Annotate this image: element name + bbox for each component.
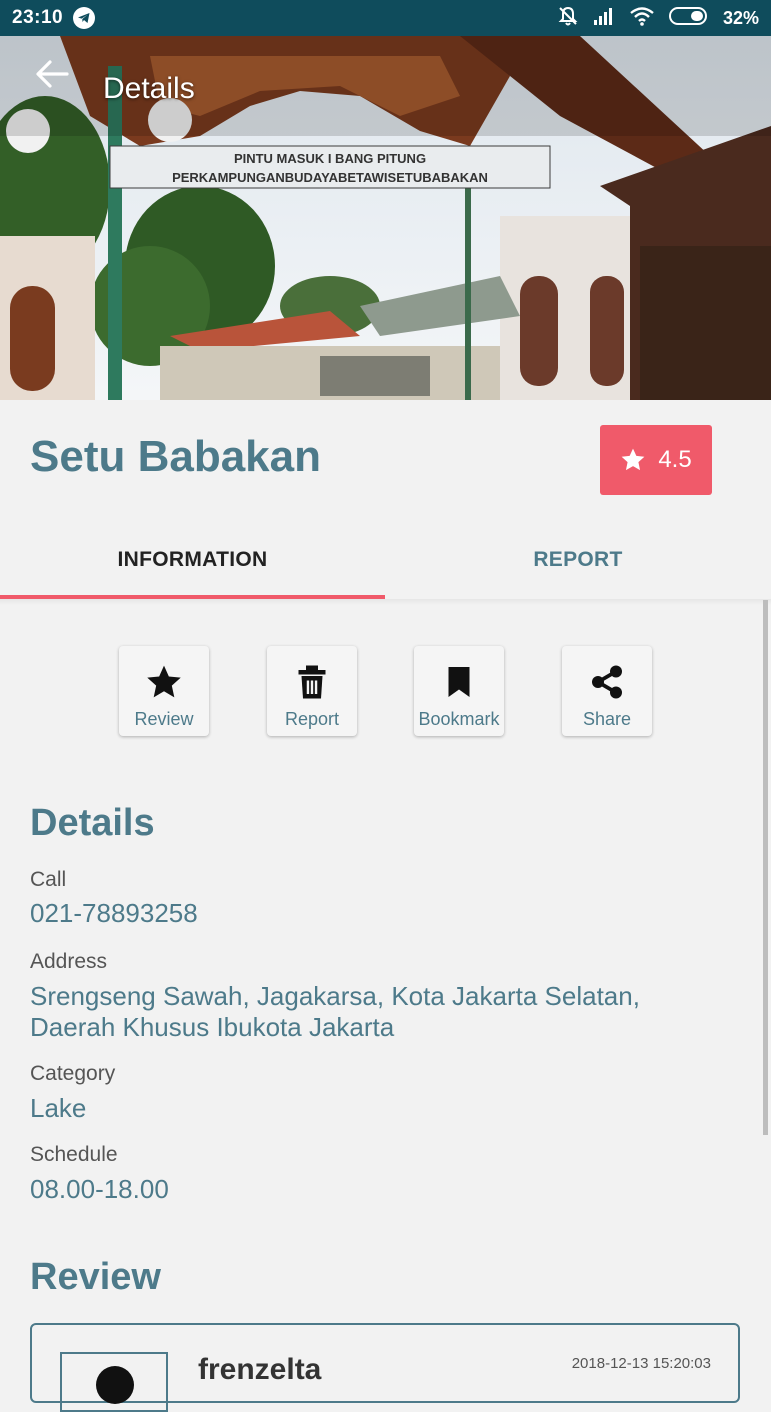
battery-percent: 32% (722, 7, 759, 28)
tab-information[interactable]: INFORMATION (0, 520, 385, 600)
rating-value: 4.5 (658, 446, 692, 473)
call-value[interactable]: 021-78893258 (30, 898, 730, 929)
review-user: frenzelta (198, 1353, 322, 1386)
share-button[interactable]: Share (562, 646, 652, 736)
mute-icon (557, 5, 579, 32)
report-button[interactable]: Report (267, 646, 357, 736)
address-line-2: Daerah Khusus Ibukota Jakarta (30, 1012, 395, 1042)
appbar-title: Details (103, 72, 195, 105)
signal-icon (593, 6, 615, 31)
place-name: Setu Babakan (30, 432, 321, 481)
address-label: Address (30, 950, 108, 973)
call-label: Call (30, 868, 67, 891)
review-button[interactable]: Review (119, 646, 209, 736)
details-title: Details (30, 802, 155, 844)
battery-icon (668, 6, 709, 31)
report-button-label: Report (284, 709, 340, 729)
star-icon (145, 664, 183, 700)
action-buttons: Review Report Bookmark Share (0, 646, 771, 738)
bookmark-button[interactable]: Bookmark (414, 646, 504, 736)
review-button-label: Review (134, 709, 194, 729)
address-line-1: Srengseng Sawah, Jagakarsa, Kota Jakarta… (30, 981, 640, 1011)
bookmark-icon (447, 664, 471, 700)
tab-report[interactable]: REPORT (385, 520, 771, 600)
review-date: 2018-12-13 15:20:03 (571, 1355, 711, 1372)
telegram-icon (73, 7, 96, 29)
sign-line-2: PERKAMPUNGANBUDAYABETAWISETUBABAKAN (172, 170, 488, 185)
review-title: Review (30, 1256, 161, 1298)
status-bar: 23:10 32% (0, 0, 771, 36)
rating-badge: 4.5 (600, 425, 712, 495)
schedule-label: Schedule (30, 1143, 118, 1166)
back-button[interactable] (30, 52, 74, 96)
category-label: Category (30, 1062, 116, 1085)
share-button-label: Share (582, 709, 632, 729)
share-icon (588, 664, 626, 700)
trash-icon (297, 664, 327, 700)
tab-divider (0, 599, 771, 605)
avatar (60, 1352, 168, 1412)
arrow-left-icon (36, 60, 69, 88)
category-value: Lake (30, 1093, 87, 1123)
wifi-icon (629, 6, 655, 31)
star-icon (621, 448, 645, 471)
tab-bar: INFORMATION REPORT (0, 520, 771, 600)
schedule-value: 08.00-18.00 (30, 1174, 169, 1204)
sign-line-1: PINTU MASUK I BANG PITUNG (234, 151, 426, 166)
status-time: 23:10 (12, 7, 64, 28)
review-card[interactable]: frenzelta 2018-12-13 15:20:03 (30, 1323, 740, 1412)
bookmark-button-label: Bookmark (418, 709, 500, 729)
